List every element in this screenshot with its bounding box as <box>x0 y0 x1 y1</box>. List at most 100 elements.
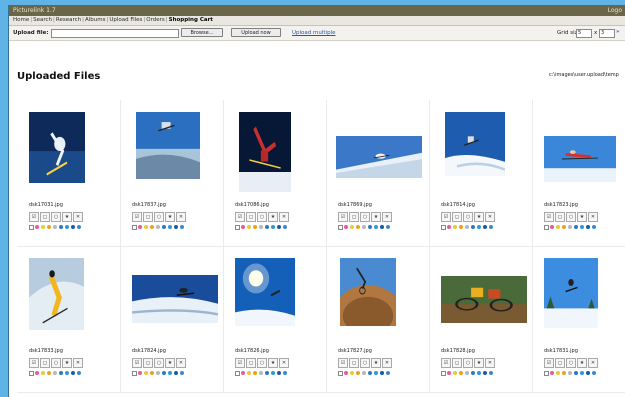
color-label-swatch[interactable] <box>253 371 257 375</box>
color-label-swatch[interactable] <box>259 371 263 375</box>
color-label-checkbox[interactable] <box>544 225 549 230</box>
color-label-swatch[interactable] <box>41 371 45 375</box>
delete-icon[interactable]: ✕ <box>588 212 598 222</box>
color-label-swatch[interactable] <box>368 225 372 229</box>
color-label-swatch[interactable] <box>168 225 172 229</box>
color-label-swatch[interactable] <box>144 225 148 229</box>
file-thumbnail[interactable] <box>340 258 396 326</box>
color-label-swatch[interactable] <box>453 371 457 375</box>
star-icon[interactable]: ★ <box>165 358 175 368</box>
delete-icon[interactable]: ✕ <box>382 212 392 222</box>
delete-icon[interactable]: ✕ <box>176 212 186 222</box>
color-label-swatch[interactable] <box>144 371 148 375</box>
nav-item-research[interactable]: Research <box>56 17 81 23</box>
color-label-swatch[interactable] <box>380 225 384 229</box>
nav-item-upload-files[interactable]: Upload Files <box>109 17 142 23</box>
star-icon[interactable]: ★ <box>474 212 484 222</box>
edit-icon[interactable]: ☑ <box>441 358 451 368</box>
color-label-swatch[interactable] <box>259 225 263 229</box>
color-label-checkbox[interactable] <box>338 371 343 376</box>
rotate-icon[interactable]: ○ <box>360 212 370 222</box>
color-label-swatch[interactable] <box>489 371 493 375</box>
color-label-swatch[interactable] <box>35 371 39 375</box>
edit-icon[interactable]: ☑ <box>132 358 142 368</box>
delete-icon[interactable]: ✕ <box>73 212 83 222</box>
color-label-swatch[interactable] <box>550 371 554 375</box>
rotate-icon[interactable]: ○ <box>51 358 61 368</box>
delete-icon[interactable]: ✕ <box>588 358 598 368</box>
color-label-swatch[interactable] <box>71 225 75 229</box>
color-label-swatch[interactable] <box>386 225 390 229</box>
rotate-icon[interactable]: ○ <box>257 358 267 368</box>
color-label-swatch[interactable] <box>586 371 590 375</box>
color-label-swatch[interactable] <box>562 225 566 229</box>
file-thumbnail[interactable] <box>136 112 200 179</box>
grid-height-select[interactable]: 3 <box>599 29 615 38</box>
color-label-swatch[interactable] <box>59 371 63 375</box>
color-label-swatch[interactable] <box>138 371 142 375</box>
crop-icon[interactable]: ◻ <box>40 358 50 368</box>
star-icon[interactable]: ★ <box>165 212 175 222</box>
color-label-swatch[interactable] <box>241 371 245 375</box>
crop-icon[interactable]: ◻ <box>452 212 462 222</box>
color-label-swatch[interactable] <box>453 225 457 229</box>
color-label-swatch[interactable] <box>65 225 69 229</box>
crop-icon[interactable]: ◻ <box>143 358 153 368</box>
color-label-swatch[interactable] <box>356 371 360 375</box>
grid-apply-button[interactable]: » <box>616 29 620 35</box>
nav-item-albums[interactable]: Albums <box>85 17 106 23</box>
delete-icon[interactable]: ✕ <box>279 212 289 222</box>
delete-icon[interactable]: ✕ <box>485 358 495 368</box>
rotate-icon[interactable]: ○ <box>463 358 473 368</box>
crop-icon[interactable]: ◻ <box>349 212 359 222</box>
color-label-checkbox[interactable] <box>441 225 446 230</box>
color-label-swatch[interactable] <box>350 371 354 375</box>
crop-icon[interactable]: ◻ <box>143 212 153 222</box>
color-label-swatch[interactable] <box>580 225 584 229</box>
color-label-swatch[interactable] <box>459 371 463 375</box>
color-label-swatch[interactable] <box>277 371 281 375</box>
color-label-swatch[interactable] <box>53 371 57 375</box>
rotate-icon[interactable]: ○ <box>360 358 370 368</box>
file-thumbnail[interactable] <box>239 112 291 192</box>
upload-now-button[interactable]: Upload now <box>231 28 281 37</box>
nav-item-search[interactable]: Search <box>33 17 52 23</box>
color-label-checkbox[interactable] <box>338 225 343 230</box>
file-thumbnail[interactable] <box>544 136 616 182</box>
rotate-icon[interactable]: ○ <box>566 358 576 368</box>
color-label-swatch[interactable] <box>580 371 584 375</box>
color-label-swatch[interactable] <box>568 371 572 375</box>
upload-multiple-link[interactable]: Upload multiple <box>292 30 335 36</box>
color-label-swatch[interactable] <box>156 371 160 375</box>
color-label-swatch[interactable] <box>556 225 560 229</box>
color-label-checkbox[interactable] <box>132 225 137 230</box>
star-icon[interactable]: ★ <box>371 358 381 368</box>
file-thumbnail[interactable] <box>441 276 527 323</box>
color-label-swatch[interactable] <box>65 371 69 375</box>
color-label-checkbox[interactable] <box>235 371 240 376</box>
star-icon[interactable]: ★ <box>371 212 381 222</box>
color-label-swatch[interactable] <box>471 225 475 229</box>
color-label-swatch[interactable] <box>356 225 360 229</box>
color-label-swatch[interactable] <box>283 371 287 375</box>
delete-icon[interactable]: ✕ <box>279 358 289 368</box>
edit-icon[interactable]: ☑ <box>338 212 348 222</box>
color-label-swatch[interactable] <box>77 225 81 229</box>
color-label-swatch[interactable] <box>47 225 51 229</box>
color-label-swatch[interactable] <box>556 371 560 375</box>
color-label-swatch[interactable] <box>386 371 390 375</box>
color-label-swatch[interactable] <box>344 371 348 375</box>
rotate-icon[interactable]: ○ <box>463 212 473 222</box>
color-label-swatch[interactable] <box>592 371 596 375</box>
color-label-swatch[interactable] <box>35 225 39 229</box>
file-thumbnail[interactable] <box>29 112 85 183</box>
color-label-checkbox[interactable] <box>544 371 549 376</box>
color-label-swatch[interactable] <box>150 371 154 375</box>
delete-icon[interactable]: ✕ <box>176 358 186 368</box>
color-label-swatch[interactable] <box>459 225 463 229</box>
file-thumbnail[interactable] <box>445 112 505 176</box>
edit-icon[interactable]: ☑ <box>29 212 39 222</box>
color-label-swatch[interactable] <box>562 371 566 375</box>
color-label-swatch[interactable] <box>465 371 469 375</box>
color-label-swatch[interactable] <box>277 225 281 229</box>
